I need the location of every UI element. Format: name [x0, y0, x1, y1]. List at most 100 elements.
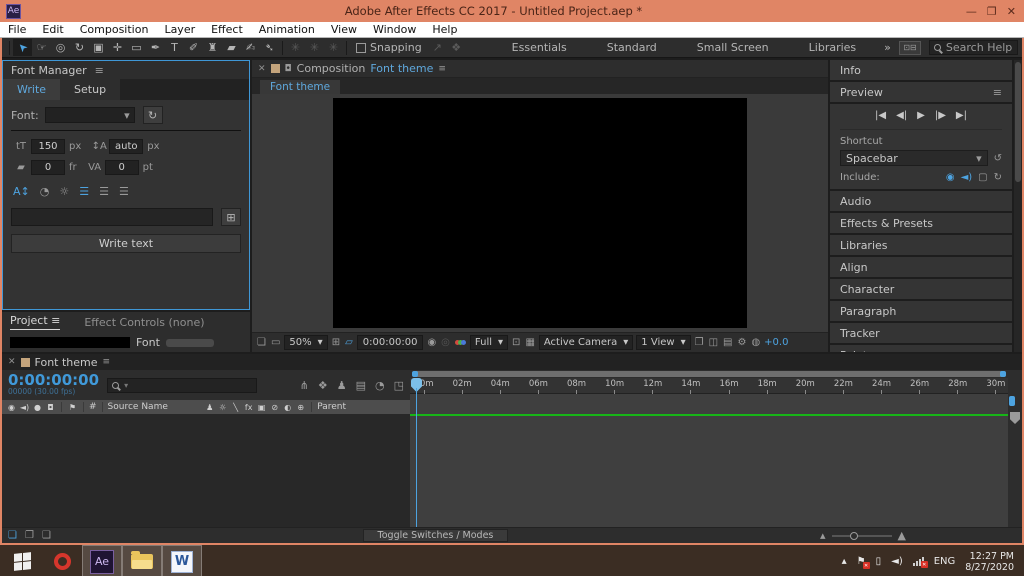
fx-switch-icon[interactable]: fx [243, 403, 254, 412]
menu-item[interactable]: Animation [259, 23, 315, 36]
menu-item[interactable]: Window [373, 23, 416, 36]
channels-icon[interactable] [454, 337, 467, 348]
rectangle-tool[interactable]: ▭ [127, 39, 146, 56]
transparency-grid-icon[interactable]: ▦ [524, 337, 535, 348]
parent-column-header[interactable]: Parent [317, 402, 346, 412]
view-layout-icon[interactable]: ❐ [694, 337, 705, 348]
write-text-button[interactable]: Write text [11, 234, 241, 253]
close-button[interactable]: ✕ [1007, 5, 1016, 18]
leading-field[interactable]: auto [109, 139, 143, 154]
align-left-icon[interactable]: ☰ [79, 185, 89, 198]
clock[interactable]: 12:27 PM 8/27/2020 [965, 551, 1014, 573]
panel-header[interactable]: Align [830, 257, 1012, 277]
menu-item[interactable]: Composition [80, 23, 149, 36]
layer-lanes[interactable] [410, 414, 1008, 527]
include-video-icon[interactable]: ◉ [946, 172, 955, 183]
menu-item[interactable]: File [8, 23, 26, 36]
work-area-start-handle[interactable] [412, 371, 418, 377]
type-tool[interactable]: T [165, 39, 184, 56]
composition-tab-name[interactable]: Font theme [370, 62, 433, 75]
panel-header[interactable]: Paint [830, 345, 1012, 352]
clone-stamp-tool[interactable]: ♜ [203, 39, 222, 56]
motionblur-switch-icon[interactable]: ◐ [282, 403, 293, 412]
menu-item[interactable]: View [331, 23, 357, 36]
close-icon[interactable]: ✕ [258, 64, 266, 74]
quality-switch-icon[interactable]: ╲ [230, 403, 241, 412]
toggle-switches-modes-button[interactable]: Toggle Switches / Modes [363, 529, 509, 542]
close-icon[interactable]: ✕ [8, 357, 16, 367]
loop-icon[interactable]: ↻ [994, 172, 1002, 183]
camera-select[interactable]: Active Camera▾ [539, 335, 633, 350]
show-snapshot-icon[interactable]: ◎ [440, 337, 451, 348]
workspace-tab[interactable]: Libraries [809, 41, 857, 54]
collapse-switch-icon[interactable]: ☼ [217, 403, 228, 412]
menu-item[interactable]: Layer [164, 23, 195, 36]
panel-header[interactable]: Effects & Presets [830, 213, 1012, 233]
panel-menu-icon[interactable]: ≡ [993, 86, 1002, 99]
minimize-button[interactable]: — [966, 5, 977, 18]
next-frame-button[interactable]: |▶ [935, 110, 946, 121]
expand-inout-icon[interactable]: ❑ [42, 530, 51, 541]
fill-icon[interactable]: ☼ [59, 185, 69, 198]
workspace-overflow-button[interactable]: » [884, 41, 891, 54]
mask-switch-icon[interactable]: ▣ [256, 403, 267, 412]
rotation-tool[interactable]: ↻ [70, 39, 89, 56]
timeline-tab[interactable]: Font theme [35, 356, 98, 369]
include-audio-icon[interactable]: ◄) [961, 172, 973, 183]
hand-tool[interactable]: ☞ [32, 39, 51, 56]
taskbar-opera[interactable] [42, 545, 82, 576]
work-area-bar[interactable] [410, 370, 1008, 378]
taskbar-file-explorer[interactable] [122, 545, 162, 576]
current-timecode[interactable]: 0:00:00:00 [8, 374, 99, 387]
expand-layer-switches-icon[interactable]: ❏ [8, 530, 17, 541]
comp-marker-bin-icon[interactable] [1010, 412, 1020, 424]
viewer-lock-icon[interactable]: ❏ [256, 337, 267, 348]
zoom-in-icon[interactable]: ▲ [898, 529, 906, 542]
tab-project[interactable]: Project ≡ [10, 314, 60, 330]
include-overlays-icon[interactable]: ▢ [978, 172, 987, 183]
align-center-icon[interactable]: ☰ [99, 185, 109, 198]
resolution-select[interactable]: Full▾ [470, 335, 508, 350]
composition-canvas[interactable] [333, 98, 747, 328]
world-axis-mode-icon[interactable]: ✳ [305, 39, 324, 56]
panel-header[interactable]: Libraries [830, 235, 1012, 255]
project-item-row[interactable]: Font [2, 332, 250, 352]
panel-header[interactable]: Character [830, 279, 1012, 299]
font-manager-tab[interactable]: Setup [60, 79, 120, 100]
panel-preview[interactable]: Preview ≡ [830, 82, 1012, 102]
video-column-icon[interactable]: ◉ [6, 403, 17, 412]
baseline-shift-icon[interactable]: A↕ [13, 185, 30, 198]
solo-column-icon[interactable]: ● [32, 403, 43, 412]
tracking-field[interactable]: 0 [31, 160, 65, 175]
selection-tool[interactable]: ➤ [13, 39, 32, 56]
action-center-icon[interactable]: ⚑ ✕ [857, 556, 866, 567]
viewer-timecode[interactable]: 0:00:00:00 [357, 335, 424, 350]
prev-frame-button[interactable]: ◀| [896, 110, 907, 121]
roto-brush-tool[interactable]: ✍ [241, 39, 260, 56]
pan-behind-tool[interactable]: ✛ [108, 39, 127, 56]
text-input[interactable] [11, 208, 213, 226]
kerning-field[interactable]: 0 [105, 160, 139, 175]
font-family-select[interactable]: ▾ [45, 107, 135, 123]
volume-icon[interactable]: ◄) [891, 556, 903, 567]
time-ruler[interactable]: 00m 02m 04m 06m 08m 10m 12m 14m [410, 378, 1008, 394]
add-text-button[interactable]: ⊞ [221, 208, 241, 226]
lock-column-icon[interactable]: ◘ [45, 403, 56, 412]
network-icon[interactable]: ✕ [913, 557, 924, 566]
lock-icon[interactable]: ◘ [285, 64, 292, 74]
timeline-search-input[interactable]: ▾ [107, 378, 257, 393]
maximize-button[interactable]: ❐ [987, 5, 997, 18]
view-axis-mode-icon[interactable]: ✳ [324, 39, 343, 56]
pixel-aspect-icon[interactable]: ◫ [708, 337, 719, 348]
panel-info[interactable]: Info [830, 60, 1012, 80]
zoom-slider-thumb[interactable] [850, 532, 858, 540]
snapping-checkbox[interactable] [356, 43, 366, 53]
font-manager-tab[interactable]: Write [3, 79, 60, 100]
battery-icon[interactable]: ▯ [876, 556, 882, 567]
panel-header[interactable]: Paragraph [830, 301, 1012, 321]
start-button[interactable] [2, 545, 42, 576]
view-select[interactable]: 1 View▾ [636, 335, 690, 350]
expand-transfer-controls-icon[interactable]: ❐ [25, 530, 34, 541]
align-right-icon[interactable]: ☰ [119, 185, 129, 198]
stroke-icon[interactable]: ◔ [40, 185, 50, 198]
